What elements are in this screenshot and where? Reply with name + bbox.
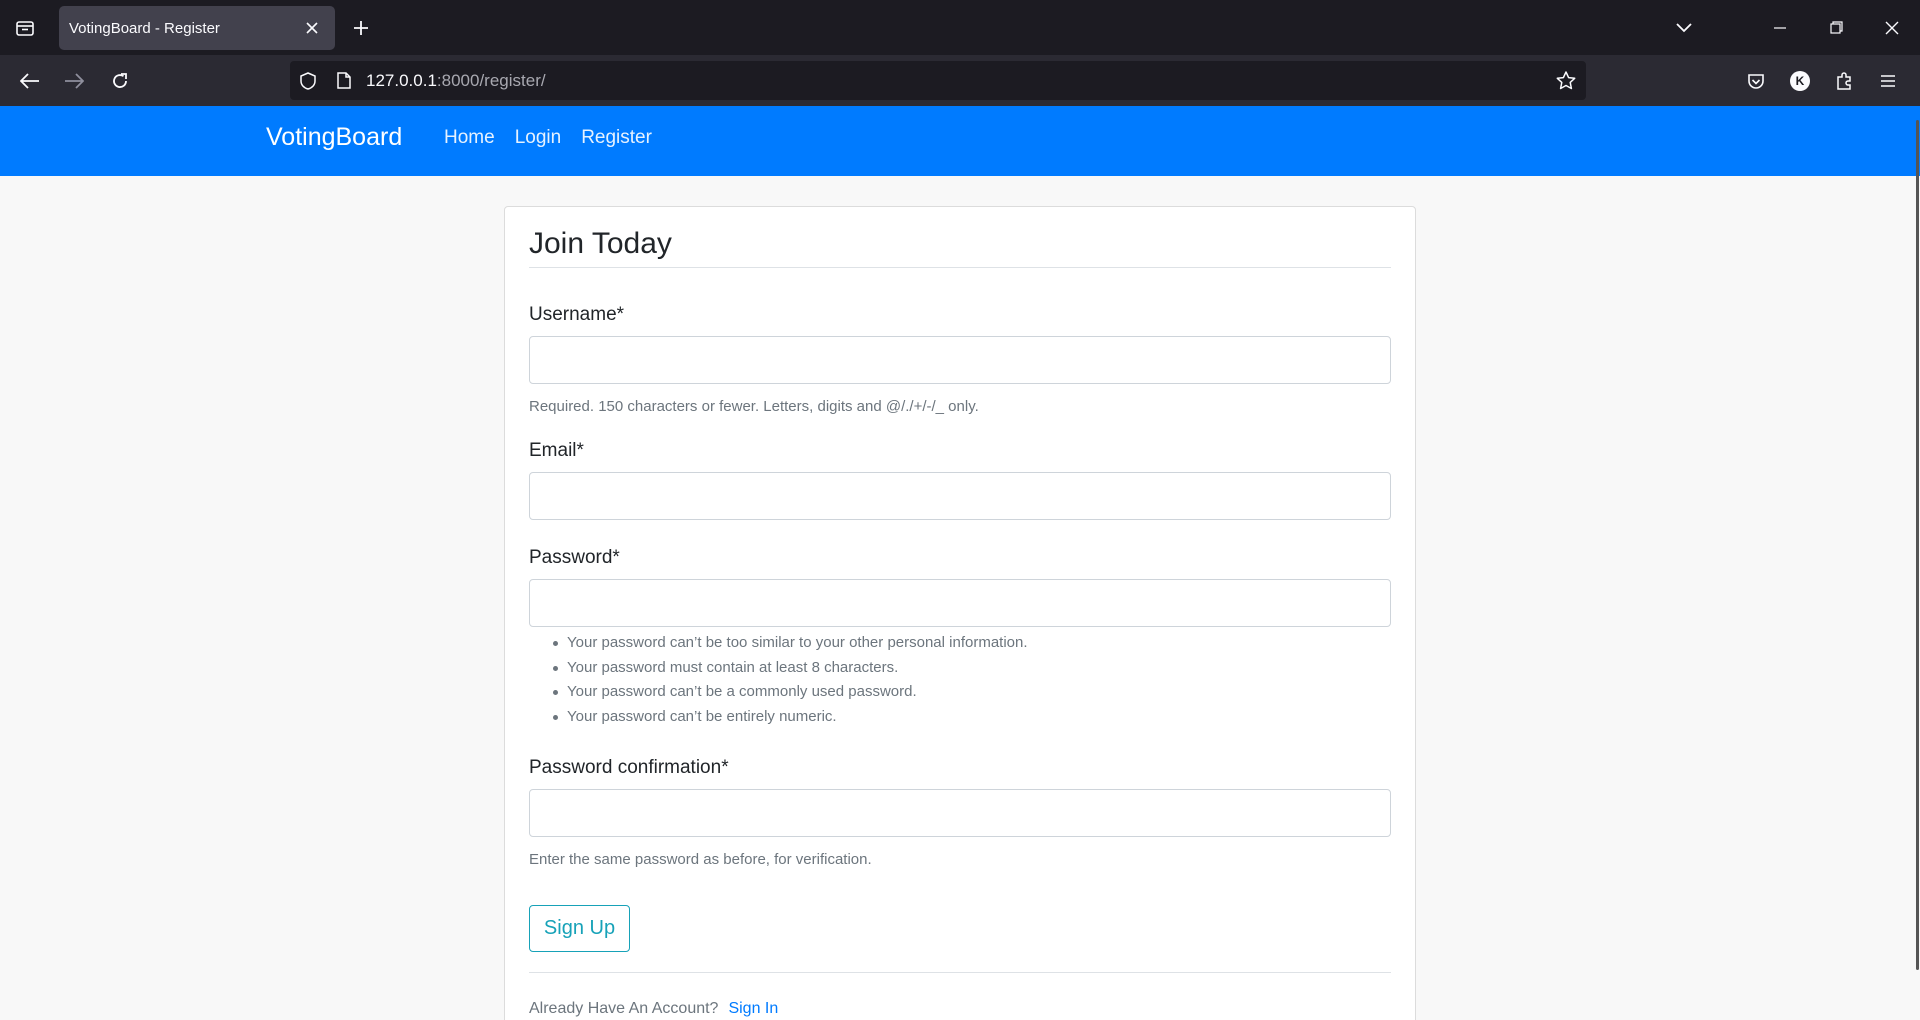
minimize-icon[interactable]	[1752, 0, 1808, 55]
extensions-icon[interactable]	[1822, 63, 1866, 99]
url-path: :8000/register/	[436, 70, 546, 90]
tab-title: VotingBoard - Register	[69, 19, 220, 37]
reload-icon[interactable]	[102, 63, 138, 99]
forward-icon[interactable]	[56, 63, 92, 99]
menu-icon[interactable]	[1866, 63, 1910, 99]
close-window-icon[interactable]	[1864, 0, 1920, 55]
password-confirm-help: Enter the same password as before, for v…	[529, 851, 872, 868]
url-host: 127.0.0.1	[366, 70, 437, 90]
register-card: Join Today Username* Required. 150 chara…	[504, 206, 1416, 1020]
active-tab[interactable]: VotingBoard - Register	[59, 6, 335, 50]
nav-login-link[interactable]: Login	[515, 127, 562, 149]
browser-toolbar: 127.0.0.1:8000/register/ K	[0, 55, 1920, 106]
list-all-tabs-icon[interactable]	[1656, 0, 1712, 55]
nav-home-link[interactable]: Home	[444, 127, 495, 149]
signin-prompt-text: Already Have An Account?	[529, 1000, 719, 1017]
email-label: Email*	[529, 440, 584, 461]
new-tab-icon[interactable]	[344, 11, 378, 45]
close-tab-icon[interactable]	[299, 15, 325, 41]
password-confirm-label: Password confirmation*	[529, 757, 729, 778]
password-confirm-input[interactable]	[529, 789, 1391, 837]
url-bar[interactable]: 127.0.0.1:8000/register/	[290, 61, 1586, 100]
password-help-item: Your password must contain at least 8 ch…	[553, 656, 1028, 681]
scrollbar-thumb[interactable]	[1916, 120, 1919, 970]
sign-in-link[interactable]: Sign In	[728, 1000, 778, 1017]
password-label: Password*	[529, 547, 620, 568]
url-text[interactable]: 127.0.0.1:8000/register/	[366, 71, 1546, 91]
password-help-list: Your password can’t be too similar to yo…	[553, 631, 1028, 730]
sign-up-button[interactable]: Sign Up	[529, 905, 630, 952]
browser-tab-bar: VotingBoard - Register	[0, 0, 1920, 55]
brand-link[interactable]: VotingBoard	[266, 123, 402, 152]
password-input[interactable]	[529, 579, 1391, 627]
restore-icon[interactable]	[1808, 0, 1864, 55]
back-icon[interactable]	[12, 63, 48, 99]
password-help-item: Your password can’t be too similar to yo…	[553, 631, 1028, 656]
form-title: Join Today	[529, 227, 1391, 268]
password-help-item: Your password can’t be a commonly used p…	[553, 680, 1028, 705]
username-label: Username*	[529, 304, 625, 325]
tab-list-icon[interactable]	[8, 11, 42, 45]
divider	[529, 972, 1391, 973]
page-viewport: VotingBoard Home Login Register Join Tod…	[0, 106, 1920, 1020]
username-input[interactable]	[529, 336, 1391, 384]
signin-prompt: Already Have An Account? Sign In	[529, 1000, 778, 1018]
pocket-icon[interactable]	[1734, 63, 1778, 99]
account-avatar[interactable]: K	[1778, 63, 1822, 99]
avatar-initial: K	[1790, 71, 1810, 91]
scrollbar[interactable]	[1914, 106, 1920, 1020]
email-input[interactable]	[529, 472, 1391, 520]
site-navbar: VotingBoard Home Login Register	[0, 106, 1920, 176]
bookmark-star-icon[interactable]	[1546, 61, 1586, 100]
username-help: Required. 150 characters or fewer. Lette…	[529, 398, 979, 415]
shield-icon[interactable]	[290, 61, 326, 100]
nav-links: Home Login Register	[444, 127, 672, 149]
nav-register-link[interactable]: Register	[581, 127, 652, 149]
password-help-item: Your password can’t be entirely numeric.	[553, 705, 1028, 730]
page-icon[interactable]	[326, 61, 362, 100]
